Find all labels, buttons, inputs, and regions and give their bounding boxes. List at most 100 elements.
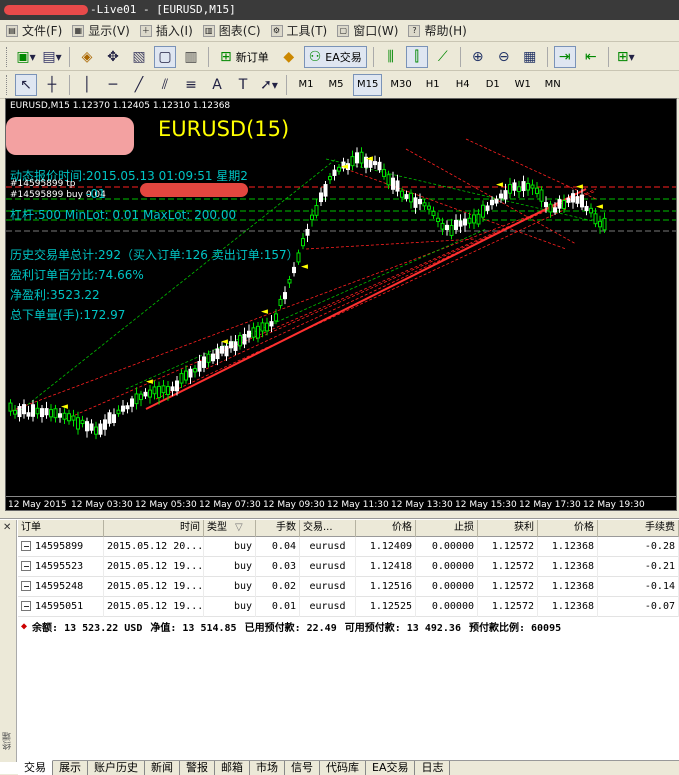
- candle-body: [76, 417, 80, 430]
- window-icon: ▢: [337, 24, 350, 37]
- new-chart-button[interactable]: ▣ ▾: [15, 46, 37, 68]
- x-tick-label: 12 May 07:30: [199, 500, 261, 510]
- col-time[interactable]: 时间: [104, 520, 204, 537]
- tab-experts[interactable]: EA交易: [366, 761, 416, 775]
- col-take-profit[interactable]: 获利: [478, 520, 538, 537]
- menu-tools[interactable]: ⚙ 工具(T): [265, 20, 332, 42]
- candle-body: [584, 205, 589, 211]
- market-watch-button[interactable]: ◈: [76, 46, 98, 68]
- profiles-icon: ▤: [42, 48, 56, 65]
- trendline-button[interactable]: ╱: [128, 74, 150, 96]
- new-order-button[interactable]: ⊞ 新订单: [215, 46, 274, 68]
- timeframe-m1[interactable]: M1: [293, 74, 319, 96]
- candle-body: [94, 426, 98, 435]
- timeframe-w1[interactable]: W1: [510, 74, 536, 96]
- candle-body: [161, 385, 166, 394]
- col-commission[interactable]: 手续费: [598, 520, 679, 537]
- trade-arrow-marker: ◄: [221, 337, 228, 347]
- bar-chart-icon: ⫼: [387, 48, 394, 65]
- terminal-button[interactable]: ▢: [154, 45, 176, 68]
- col-type[interactable]: 类型 ▽: [204, 520, 256, 537]
- profiles-button[interactable]: ▤ ▾: [41, 46, 63, 68]
- table-row[interactable]: 14595248 2015.05.12 19... buy 0.02 eurus…: [18, 577, 679, 597]
- col-current-price[interactable]: 价格: [538, 520, 598, 537]
- candle-body: [589, 207, 593, 214]
- strategy-tester-button[interactable]: ▥: [180, 46, 202, 68]
- arrow-button[interactable]: ➚ ▾: [258, 74, 280, 96]
- candle-body: [422, 202, 427, 207]
- candle-body: [206, 353, 211, 363]
- tab-mailbox[interactable]: 邮箱: [215, 761, 250, 775]
- menu-file[interactable]: ▤ 文件(F): [0, 20, 66, 42]
- candle-body: [418, 198, 422, 205]
- tab-trade[interactable]: 交易: [18, 760, 53, 775]
- tile-windows-button[interactable]: ▦: [519, 46, 541, 68]
- line-chart-button[interactable]: ⟋: [432, 46, 454, 68]
- timeframe-mn[interactable]: MN: [540, 74, 566, 96]
- menu-window[interactable]: ▢ 窗口(W): [331, 20, 402, 42]
- candle-body: [472, 214, 476, 224]
- vertical-line-icon: │: [82, 76, 92, 93]
- menu-help[interactable]: ? 帮助(H): [402, 20, 470, 42]
- fibonacci-button[interactable]: ≡: [180, 74, 202, 96]
- margin-text: 已用预付款: 22.49: [244, 622, 337, 634]
- timeframe-d1[interactable]: D1: [480, 74, 506, 96]
- text-label-button[interactable]: T: [232, 74, 254, 96]
- tab-account-history[interactable]: 账户历史: [88, 761, 145, 775]
- table-row[interactable]: 14595899 2015.05.12 20... buy 0.04 eurus…: [18, 537, 679, 557]
- ea-trading-button[interactable]: ⚇ EA交易: [303, 45, 367, 68]
- symbol-cell: eurusd: [300, 557, 356, 577]
- table-row[interactable]: 14595051 2015.05.12 19... buy 0.01 eurus…: [18, 597, 679, 617]
- tab-signals[interactable]: 信号: [285, 761, 320, 775]
- col-lots[interactable]: 手数: [256, 520, 300, 537]
- menu-insert[interactable]: ＋插入(I): [134, 20, 197, 42]
- bar-chart-button[interactable]: ⫼: [380, 46, 402, 68]
- toolbar-separator: [607, 46, 609, 67]
- tab-exposure[interactable]: 展示: [53, 761, 88, 775]
- toolbar-separator: [546, 46, 548, 67]
- menu-view[interactable]: ▦ 显示(V): [66, 20, 134, 42]
- text-button[interactable]: A: [206, 74, 228, 96]
- navigator-button[interactable]: ✥: [102, 46, 124, 68]
- meta-editor-button[interactable]: ◆: [278, 46, 300, 68]
- chart-title: EURUSD(15): [158, 117, 290, 141]
- table-row[interactable]: 14595523 2015.05.12 19... buy 0.03 eurus…: [18, 557, 679, 577]
- candle-body: [602, 217, 607, 231]
- zoom-out-button[interactable]: ⊖: [493, 46, 515, 68]
- candle-body: [229, 341, 233, 349]
- tab-code-base[interactable]: 代码库: [320, 761, 366, 775]
- vertical-line-button[interactable]: │: [76, 74, 98, 96]
- window-title: -Live01 - [EURUSD,M15]: [90, 3, 236, 16]
- cursor-button[interactable]: ↖: [15, 73, 37, 96]
- tab-alerts[interactable]: 警报: [180, 761, 215, 775]
- timeframe-m30[interactable]: M30: [386, 74, 415, 96]
- timeframe-h4[interactable]: H4: [450, 74, 476, 96]
- candle-body: [238, 335, 242, 347]
- channel-button[interactable]: ⫽: [154, 74, 176, 96]
- crosshair-button[interactable]: ┼: [41, 74, 63, 96]
- timeframe-m5[interactable]: M5: [323, 74, 349, 96]
- candlestick-button[interactable]: ⫿: [405, 45, 428, 68]
- time-cell: 2015.05.12 19...: [104, 577, 204, 597]
- close-icon[interactable]: ✕: [3, 522, 11, 533]
- col-order[interactable]: 订单: [18, 520, 104, 537]
- tab-market[interactable]: 市场: [250, 761, 285, 775]
- candle-body: [116, 409, 121, 415]
- horizontal-line-button[interactable]: ─: [102, 74, 124, 96]
- candle-body: [355, 152, 359, 164]
- chart-shift-button[interactable]: ⇤: [580, 46, 602, 68]
- col-price[interactable]: 价格: [356, 520, 416, 537]
- indicators-button[interactable]: ⊞ ▾: [615, 46, 637, 68]
- tab-news[interactable]: 新闻: [145, 761, 180, 775]
- auto-scroll-button[interactable]: ⇥: [553, 45, 576, 68]
- menu-charts[interactable]: ▥ 图表(C): [197, 20, 265, 42]
- history-total-text: 历史交易单总计:292（买入订单:126 卖出订单:157）: [10, 248, 299, 262]
- data-window-button[interactable]: ▧: [128, 46, 150, 68]
- tab-journal[interactable]: 日志: [415, 761, 451, 775]
- col-symbol[interactable]: 交易...: [300, 520, 356, 537]
- zoom-in-button[interactable]: ⊕: [467, 46, 489, 68]
- timeframe-m15[interactable]: M15: [353, 73, 383, 96]
- timeframe-h1[interactable]: H1: [420, 74, 446, 96]
- price-chart[interactable]: ◄ ◄ ◄ ◄ ◄ ◄ ◄ ◄ ◄ ◄ EURUSD,M15 1.12370 1.12405 1.…: [5, 98, 677, 511]
- col-stop-loss[interactable]: 止损: [416, 520, 478, 537]
